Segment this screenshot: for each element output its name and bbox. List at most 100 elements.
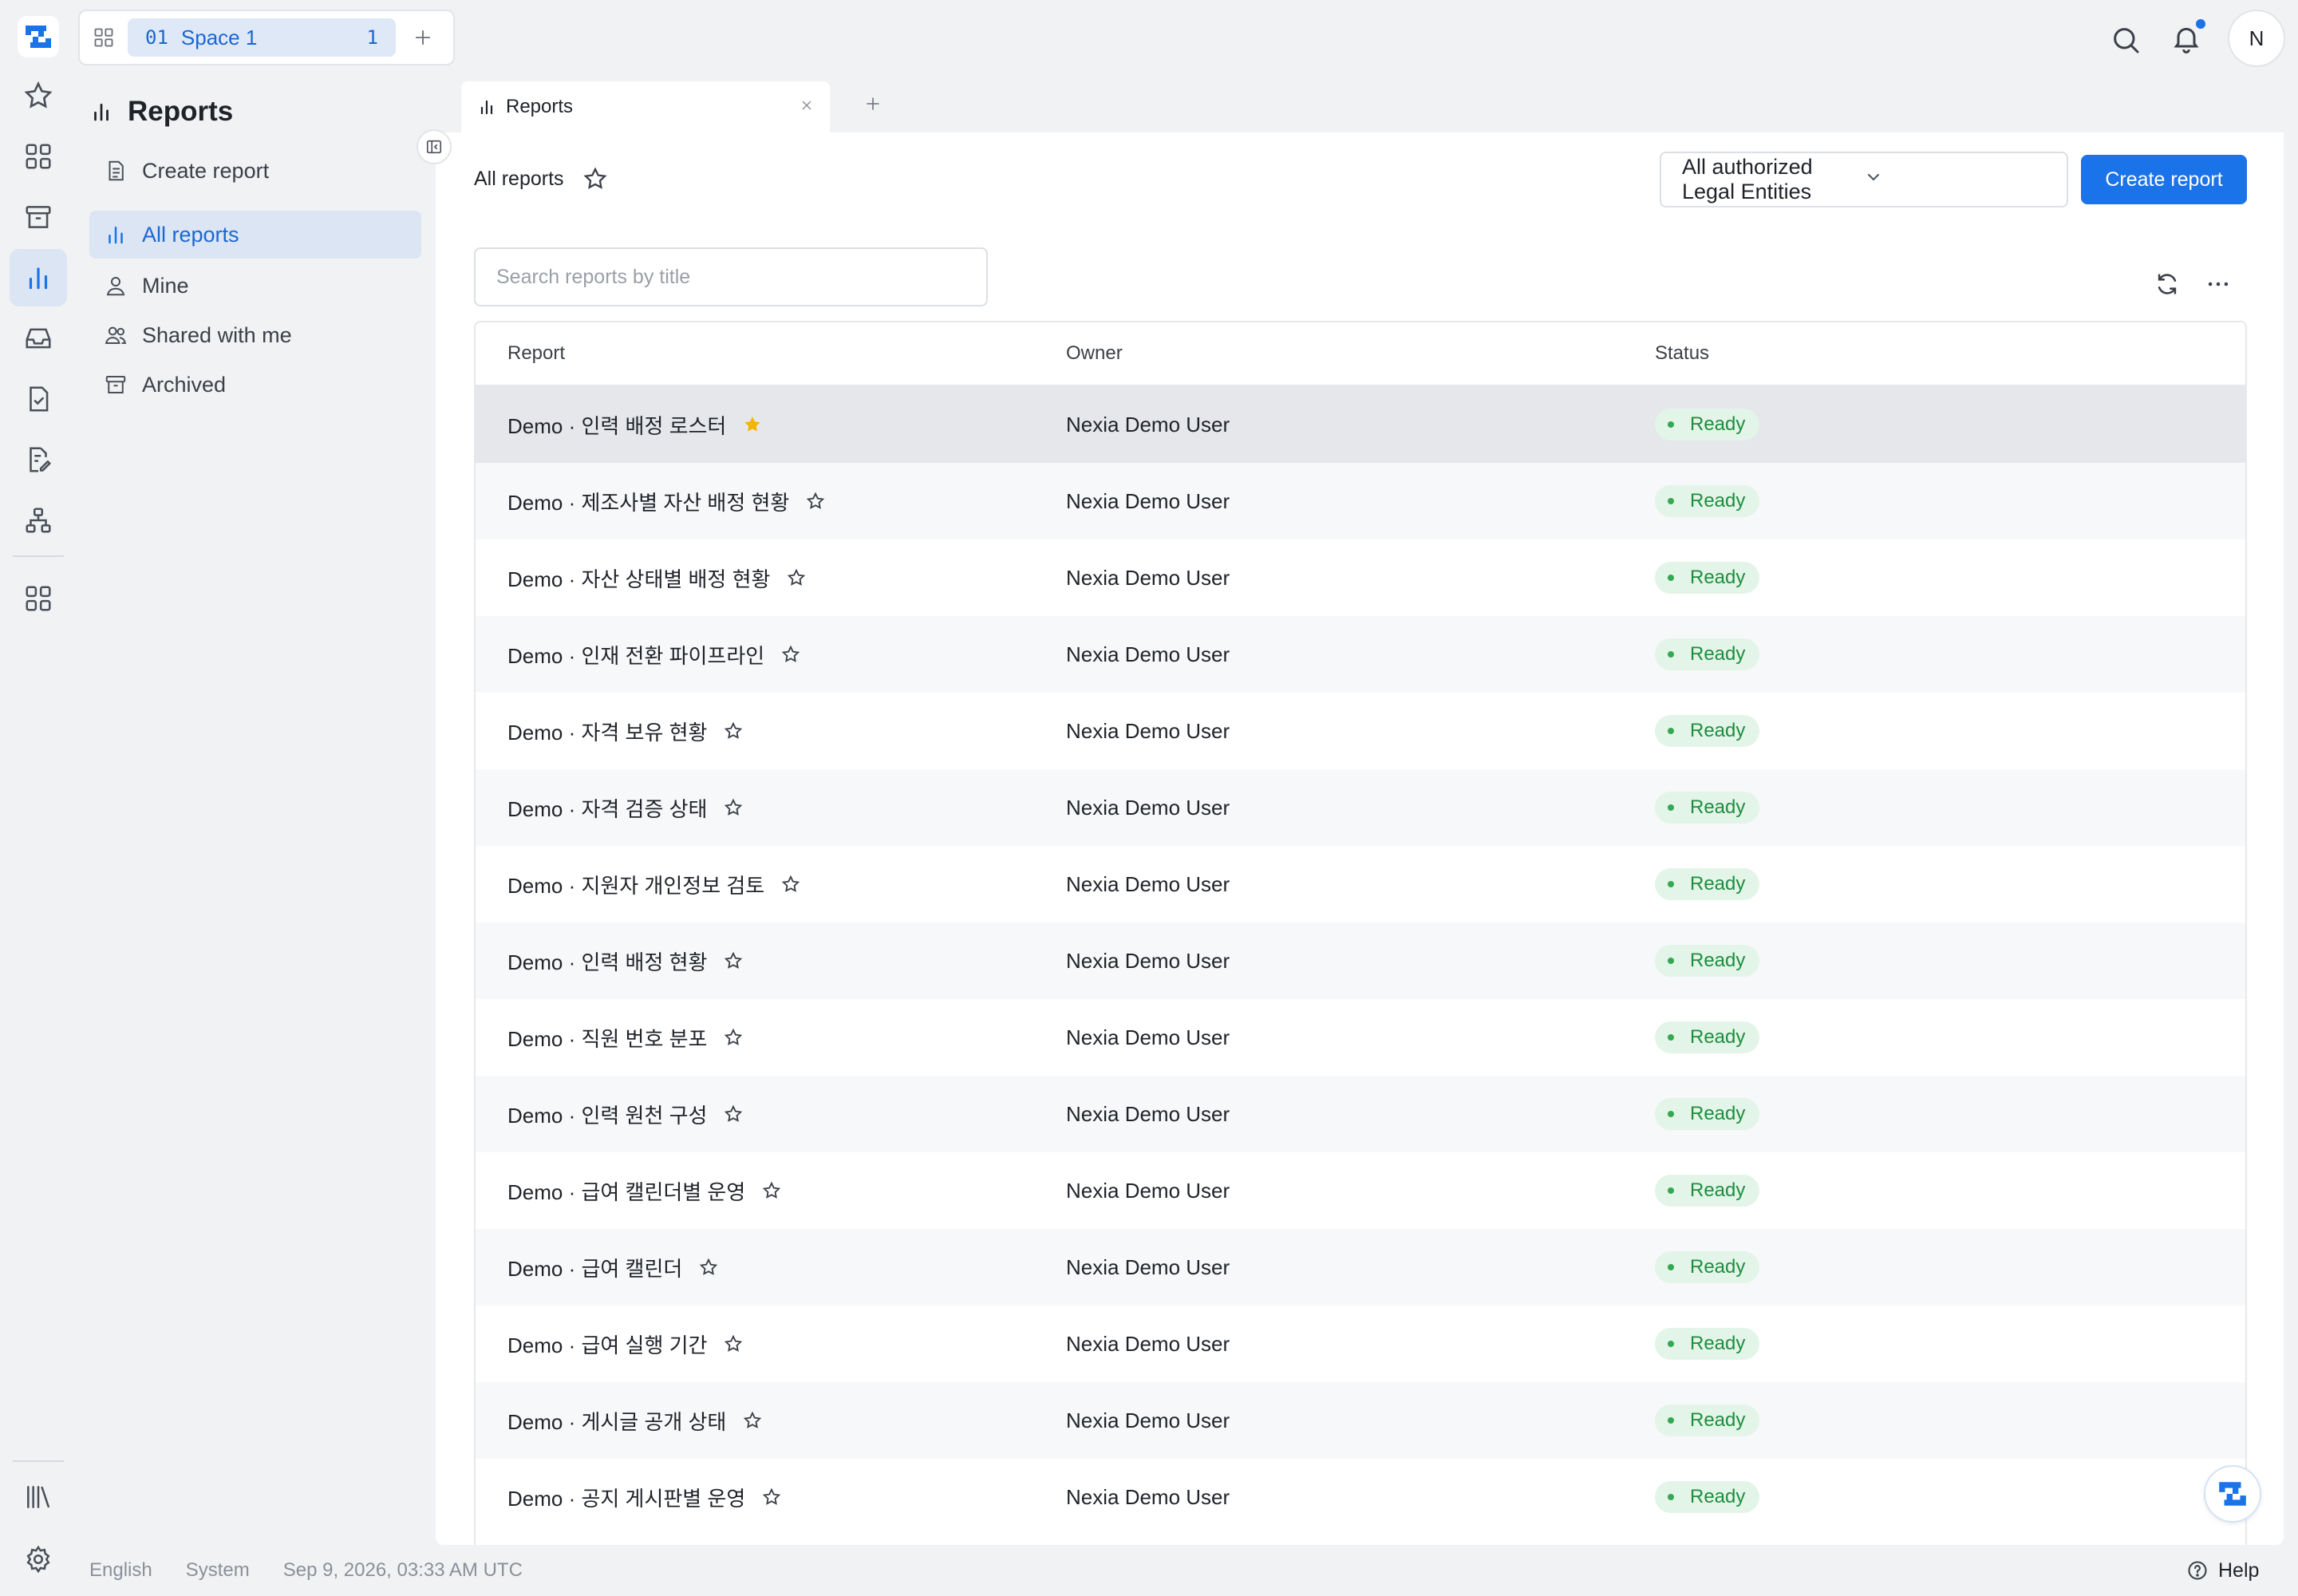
- report-title[interactable]: Demo · 급여 실행 기간: [507, 1329, 707, 1359]
- report-title[interactable]: Demo · 게시글 공개 상태: [507, 1406, 726, 1436]
- search-icon[interactable]: [2103, 18, 2148, 62]
- column-header-report[interactable]: Report: [476, 342, 1064, 365]
- column-header-status[interactable]: Status: [1653, 342, 2245, 365]
- notifications-bell-icon[interactable]: [2164, 16, 2209, 61]
- org-chart-icon[interactable]: [10, 492, 67, 549]
- table-row[interactable]: Demo · 인력 원천 구성 Nexia Demo User Ready: [476, 1076, 2245, 1152]
- star-outline-icon[interactable]: [805, 491, 826, 512]
- table-row[interactable]: Demo · 인력 배정 로스터 Nexia Demo User Ready: [476, 386, 2245, 463]
- collapse-sidebar-icon[interactable]: [417, 129, 452, 164]
- star-outline-icon[interactable]: [786, 567, 807, 588]
- owner-cell: Nexia Demo User: [1066, 1484, 1230, 1509]
- table-body: Demo · 인력 배정 로스터 Nexia Demo User Ready Demo…: [476, 386, 2245, 1535]
- status-label: Ready: [1690, 490, 1746, 512]
- star-outline-icon[interactable]: [723, 1333, 744, 1354]
- favorites-star-icon[interactable]: [10, 67, 67, 124]
- report-title[interactable]: Demo · 급여 캘린더별 운영: [507, 1176, 745, 1206]
- report-title[interactable]: Demo · 인력 배정 로스터: [507, 410, 726, 440]
- table-row[interactable]: Demo · 직원 번호 분포 Nexia Demo User Ready: [476, 999, 2245, 1076]
- star-filled-icon[interactable]: [742, 414, 763, 435]
- star-outline-icon[interactable]: [723, 1104, 744, 1124]
- status-cell: Ready: [1653, 1098, 2245, 1130]
- status-cell: Ready: [1653, 1251, 2245, 1283]
- report-title[interactable]: Demo · 인재 전환 파이프라인: [507, 640, 764, 670]
- theme-selector[interactable]: System: [186, 1559, 250, 1582]
- avatar[interactable]: N: [2228, 10, 2285, 67]
- inbox-icon[interactable]: [10, 310, 67, 367]
- star-outline-icon[interactable]: [742, 1410, 763, 1431]
- create-report-link[interactable]: Create report: [89, 147, 421, 195]
- report-title[interactable]: Demo · 자격 검증 상태: [507, 793, 707, 823]
- app-logo-icon[interactable]: [18, 16, 59, 57]
- table-row[interactable]: Demo · 자격 검증 상태 Nexia Demo User Ready: [476, 769, 2245, 846]
- report-title[interactable]: Demo · 지원자 개인정보 검토: [507, 870, 764, 899]
- table-row[interactable]: Demo · 게시글 공개 상태 Nexia Demo User Ready: [476, 1382, 2245, 1459]
- sidebar-item-mine[interactable]: Mine: [89, 262, 421, 310]
- create-report-button[interactable]: Create report: [2081, 155, 2247, 204]
- table-row[interactable]: Demo · 공지 게시판별 운영 Nexia Demo User Ready: [476, 1459, 2245, 1535]
- owner-cell: Nexia Demo User: [1066, 948, 1230, 973]
- add-space-plus-icon[interactable]: [396, 26, 450, 49]
- help-link[interactable]: Help: [2186, 1556, 2259, 1585]
- breadcrumb-label: All reports: [474, 167, 564, 190]
- report-title-cell: Demo · 급여 캘린더별 운영: [476, 1176, 1064, 1206]
- report-title[interactable]: Demo · 제조사별 자산 배정 현황: [507, 487, 789, 516]
- refresh-icon[interactable]: [2150, 267, 2185, 302]
- star-outline-icon[interactable]: [723, 1027, 744, 1048]
- table-row[interactable]: Demo · 자산 상태별 배정 현황 Nexia Demo User Ready: [476, 539, 2245, 616]
- report-title[interactable]: Demo · 공지 게시판별 운영: [507, 1483, 745, 1512]
- star-outline-icon[interactable]: [723, 950, 744, 971]
- table-row[interactable]: Demo · 인력 배정 현황 Nexia Demo User Ready: [476, 922, 2245, 999]
- star-outline-icon[interactable]: [780, 874, 801, 895]
- legal-entity-select[interactable]: All authorized Legal Entities: [1660, 152, 2068, 207]
- table-row[interactable]: Demo · 급여 실행 기간 Nexia Demo User Ready: [476, 1306, 2245, 1382]
- space-grid-icon[interactable]: [80, 11, 128, 64]
- apps-grid-icon[interactable]: [10, 128, 67, 185]
- document-edit-icon[interactable]: [10, 431, 67, 488]
- sidebar-item-all-reports[interactable]: All reports: [89, 211, 421, 259]
- table-row[interactable]: Demo · 자격 보유 현황 Nexia Demo User Ready: [476, 693, 2245, 769]
- more-options-icon[interactable]: [2201, 267, 2236, 302]
- star-outline-icon[interactable]: [780, 644, 801, 665]
- star-outline-icon[interactable]: [723, 797, 744, 818]
- favorite-star-icon[interactable]: [582, 165, 609, 192]
- language-selector[interactable]: English: [89, 1559, 152, 1582]
- create-report-label: Create report: [142, 158, 270, 183]
- report-title[interactable]: Demo · 인력 배정 현황: [507, 946, 707, 976]
- sidebar-item-shared-with-me[interactable]: Shared with me: [89, 311, 421, 359]
- report-title[interactable]: Demo · 인력 원천 구성: [507, 1100, 707, 1129]
- add-tab-plus-icon[interactable]: [857, 88, 889, 120]
- table-row[interactable]: Demo · 급여 캘린더별 운영 Nexia Demo User Ready: [476, 1152, 2245, 1229]
- star-outline-icon[interactable]: [698, 1257, 719, 1278]
- assistant-logo-icon[interactable]: [2204, 1465, 2261, 1523]
- owner-cell: Nexia Demo User: [1066, 1408, 1230, 1432]
- table-row[interactable]: Demo · 인재 전환 파이프라인 Nexia Demo User Ready: [476, 616, 2245, 693]
- column-header-owner[interactable]: Owner: [1064, 342, 1653, 365]
- tab-bar: Reports: [436, 77, 2284, 132]
- report-title[interactable]: Demo · 자산 상태별 배정 현황: [507, 563, 770, 593]
- report-title[interactable]: Demo · 급여 캘린더: [507, 1253, 682, 1282]
- owner-cell: Nexia Demo User: [1066, 1331, 1230, 1356]
- report-title[interactable]: Demo · 자격 보유 현황: [507, 717, 707, 746]
- tab-reports[interactable]: Reports: [461, 81, 830, 132]
- star-outline-icon[interactable]: [723, 721, 744, 741]
- table-row[interactable]: Demo · 급여 캘린더 Nexia Demo User Ready: [476, 1229, 2245, 1306]
- sidebar-item-archived[interactable]: Archived: [89, 361, 421, 409]
- task-check-icon[interactable]: [10, 370, 67, 428]
- reports-bar-chart-icon[interactable]: [10, 249, 67, 306]
- search-input[interactable]: [474, 247, 988, 306]
- report-title[interactable]: Demo · 직원 번호 분포: [507, 1023, 707, 1053]
- archive-box-icon[interactable]: [10, 188, 67, 246]
- table-row[interactable]: Demo · 지원자 개인정보 검토 Nexia Demo User Ready: [476, 846, 2245, 922]
- apps-grid-icon-secondary[interactable]: [10, 570, 67, 627]
- library-icon[interactable]: [10, 1468, 67, 1526]
- close-tab-icon[interactable]: [800, 96, 814, 118]
- tab-label: Reports: [506, 96, 574, 117]
- settings-gear-icon[interactable]: [10, 1531, 67, 1588]
- main-panel: Reports All reports All authorized Legal…: [436, 77, 2284, 1545]
- table-row[interactable]: Demo · 제조사별 자산 배정 현황 Nexia Demo User Ready: [476, 463, 2245, 539]
- star-outline-icon[interactable]: [761, 1180, 782, 1201]
- report-title-cell: Demo · 직원 번호 분포: [476, 1023, 1064, 1053]
- star-outline-icon[interactable]: [761, 1487, 782, 1507]
- space-tab[interactable]: 01 Space 1 1: [128, 18, 396, 57]
